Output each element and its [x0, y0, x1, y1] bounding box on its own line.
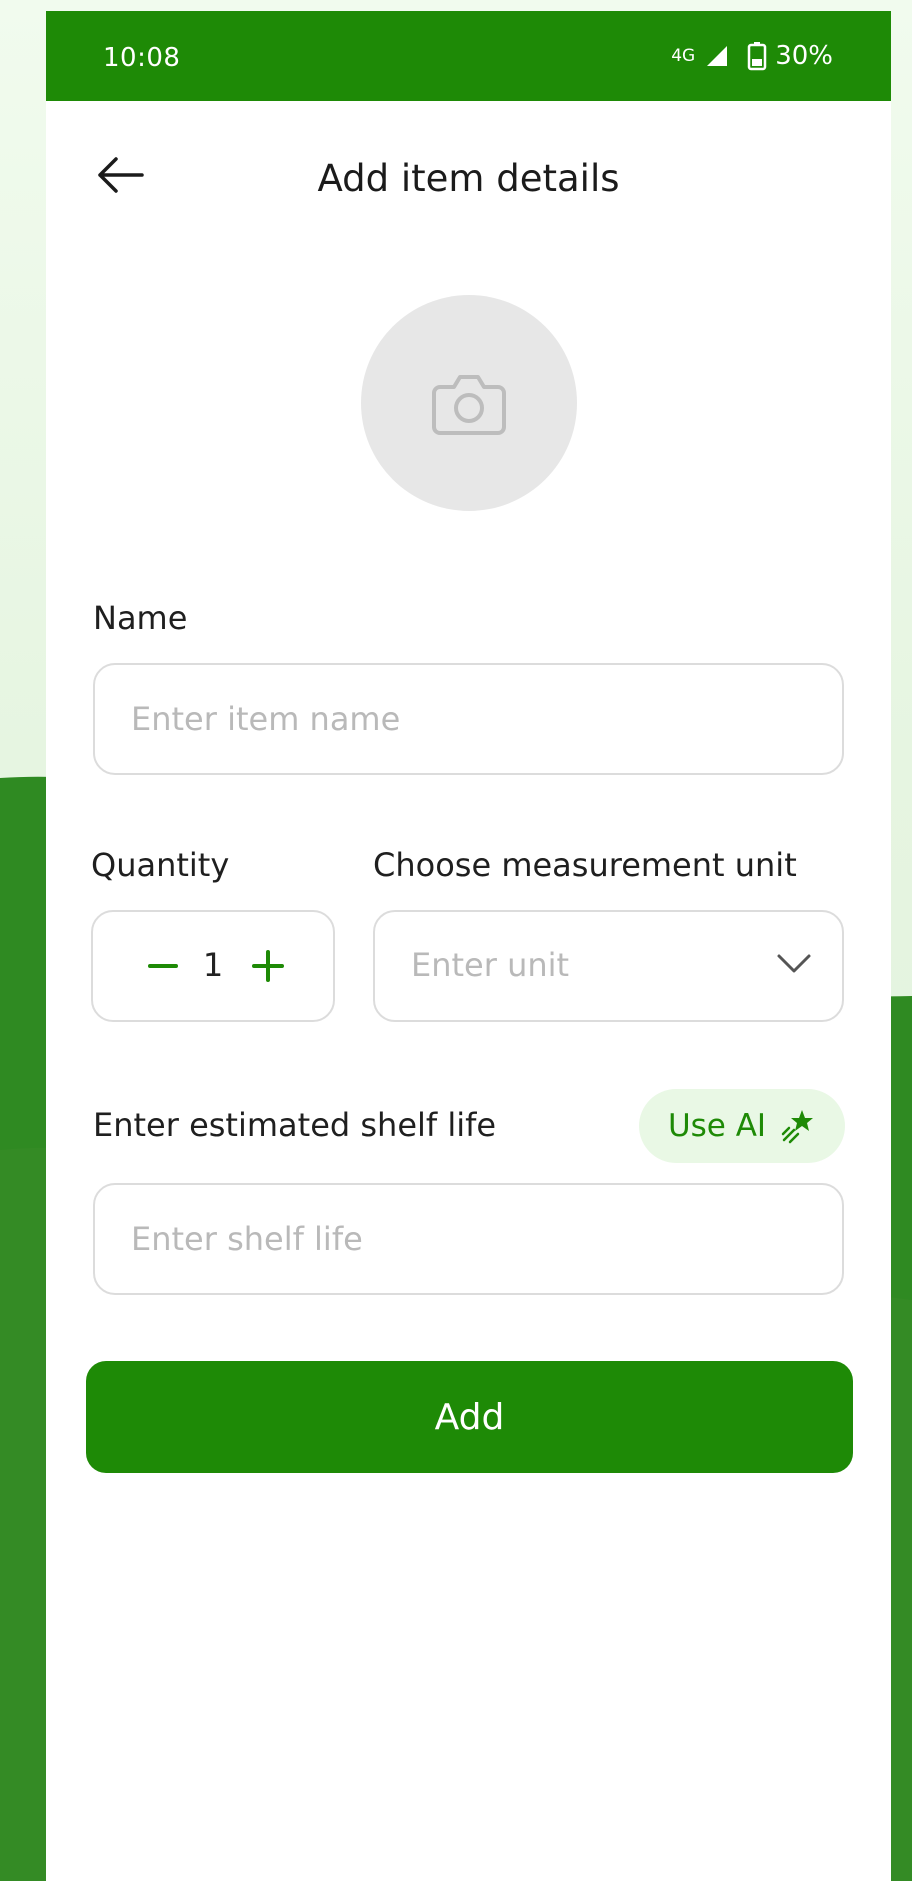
page-title: Add item details [317, 157, 620, 200]
network-type: 4G [671, 46, 696, 66]
use-ai-button[interactable]: Use AI [639, 1089, 845, 1163]
photo-picker-button[interactable] [361, 295, 577, 511]
use-ai-label: Use AI [667, 1108, 767, 1144]
shelf-life-input[interactable] [93, 1183, 844, 1295]
quantity-label: Quantity [91, 846, 230, 884]
camera-icon [432, 375, 506, 435]
unit-select[interactable]: Enter unit [373, 910, 844, 1022]
battery-icon [747, 42, 767, 71]
item-name-input[interactable] [93, 663, 844, 775]
app-header: Add item details [46, 101, 891, 241]
shelf-life-label: Enter estimated shelf life [93, 1106, 497, 1144]
quantity-stepper: 1 [91, 910, 335, 1022]
status-indicators: 4G 30% [671, 41, 833, 71]
battery-percent: 30% [775, 41, 833, 71]
unit-label: Choose measurement unit [373, 846, 797, 884]
signal-icon [707, 46, 728, 66]
app-screen: 10:08 4G 30% Add item details Name Enter… [46, 11, 891, 1881]
name-label: Name [93, 599, 188, 637]
add-button[interactable]: Add [86, 1361, 853, 1473]
plus-icon [252, 950, 284, 982]
sparkle-star-icon [781, 1110, 814, 1144]
status-time: 10:08 [103, 43, 181, 73]
chevron-down-icon [777, 954, 811, 973]
increment-button[interactable] [238, 912, 298, 1020]
status-bar: 10:08 4G 30% [46, 11, 891, 101]
unit-placeholder: Enter unit [411, 946, 570, 984]
